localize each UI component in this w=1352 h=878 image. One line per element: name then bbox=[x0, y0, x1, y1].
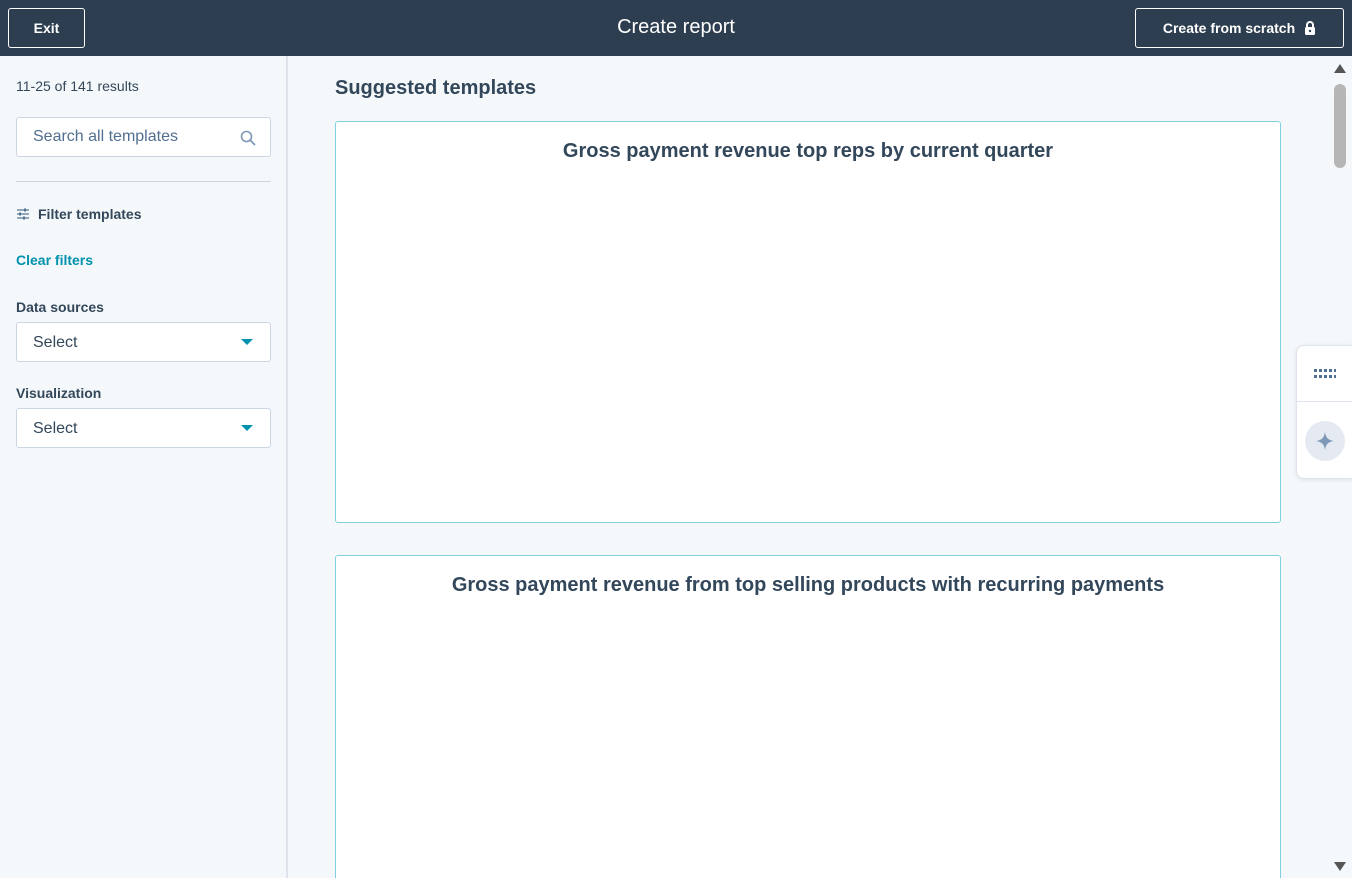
sliders-icon bbox=[16, 207, 30, 221]
visualization-label: Visualization bbox=[16, 385, 102, 401]
visualization-select[interactable]: Select bbox=[16, 408, 271, 448]
sidebar-divider bbox=[16, 181, 271, 182]
create-from-scratch-button[interactable]: Create from scratch bbox=[1135, 8, 1344, 48]
filter-templates-heading: Filter templates bbox=[16, 206, 141, 222]
results-count: 11-25 of 141 results bbox=[16, 78, 139, 94]
floating-tools-panel bbox=[1296, 345, 1352, 479]
scroll-up-arrow[interactable] bbox=[1334, 64, 1346, 73]
templates-panel: Suggested templates Gross payment revenu… bbox=[288, 56, 1328, 878]
lock-icon bbox=[1304, 21, 1316, 35]
template-card-title: Gross payment revenue from top selling p… bbox=[451, 574, 1165, 596]
top-bar: Exit Create report Create from scratch bbox=[0, 0, 1352, 56]
sparkle-icon[interactable] bbox=[1305, 421, 1345, 461]
search-field[interactable] bbox=[16, 117, 271, 157]
chevron-down-icon bbox=[241, 425, 253, 431]
section-title: Suggested templates bbox=[335, 77, 537, 99]
grip-dots-icon[interactable] bbox=[1313, 367, 1337, 379]
visualization-value: Select bbox=[33, 420, 78, 437]
data-sources-value: Select bbox=[33, 334, 78, 351]
data-sources-select[interactable]: Select bbox=[16, 322, 271, 362]
panel-divider bbox=[1297, 401, 1352, 402]
filter-templates-label: Filter templates bbox=[38, 206, 142, 222]
create-from-scratch-label: Create from scratch bbox=[1162, 20, 1296, 36]
search-icon[interactable] bbox=[240, 130, 256, 146]
scroll-down-arrow[interactable] bbox=[1334, 862, 1346, 871]
template-card[interactable]: Gross payment revenue top reps by curren… bbox=[335, 121, 1281, 523]
search-input[interactable] bbox=[17, 118, 227, 156]
clear-filters-link[interactable]: Clear filters bbox=[16, 252, 93, 268]
chevron-down-icon bbox=[241, 339, 253, 345]
filter-sidebar: 11-25 of 141 results Filter templates Cl… bbox=[0, 56, 286, 878]
template-card-title: Gross payment revenue top reps by curren… bbox=[562, 140, 1054, 162]
scroll-thumb[interactable] bbox=[1334, 84, 1346, 168]
template-card[interactable]: Gross payment revenue from top selling p… bbox=[335, 555, 1281, 878]
data-sources-label: Data sources bbox=[16, 299, 104, 315]
